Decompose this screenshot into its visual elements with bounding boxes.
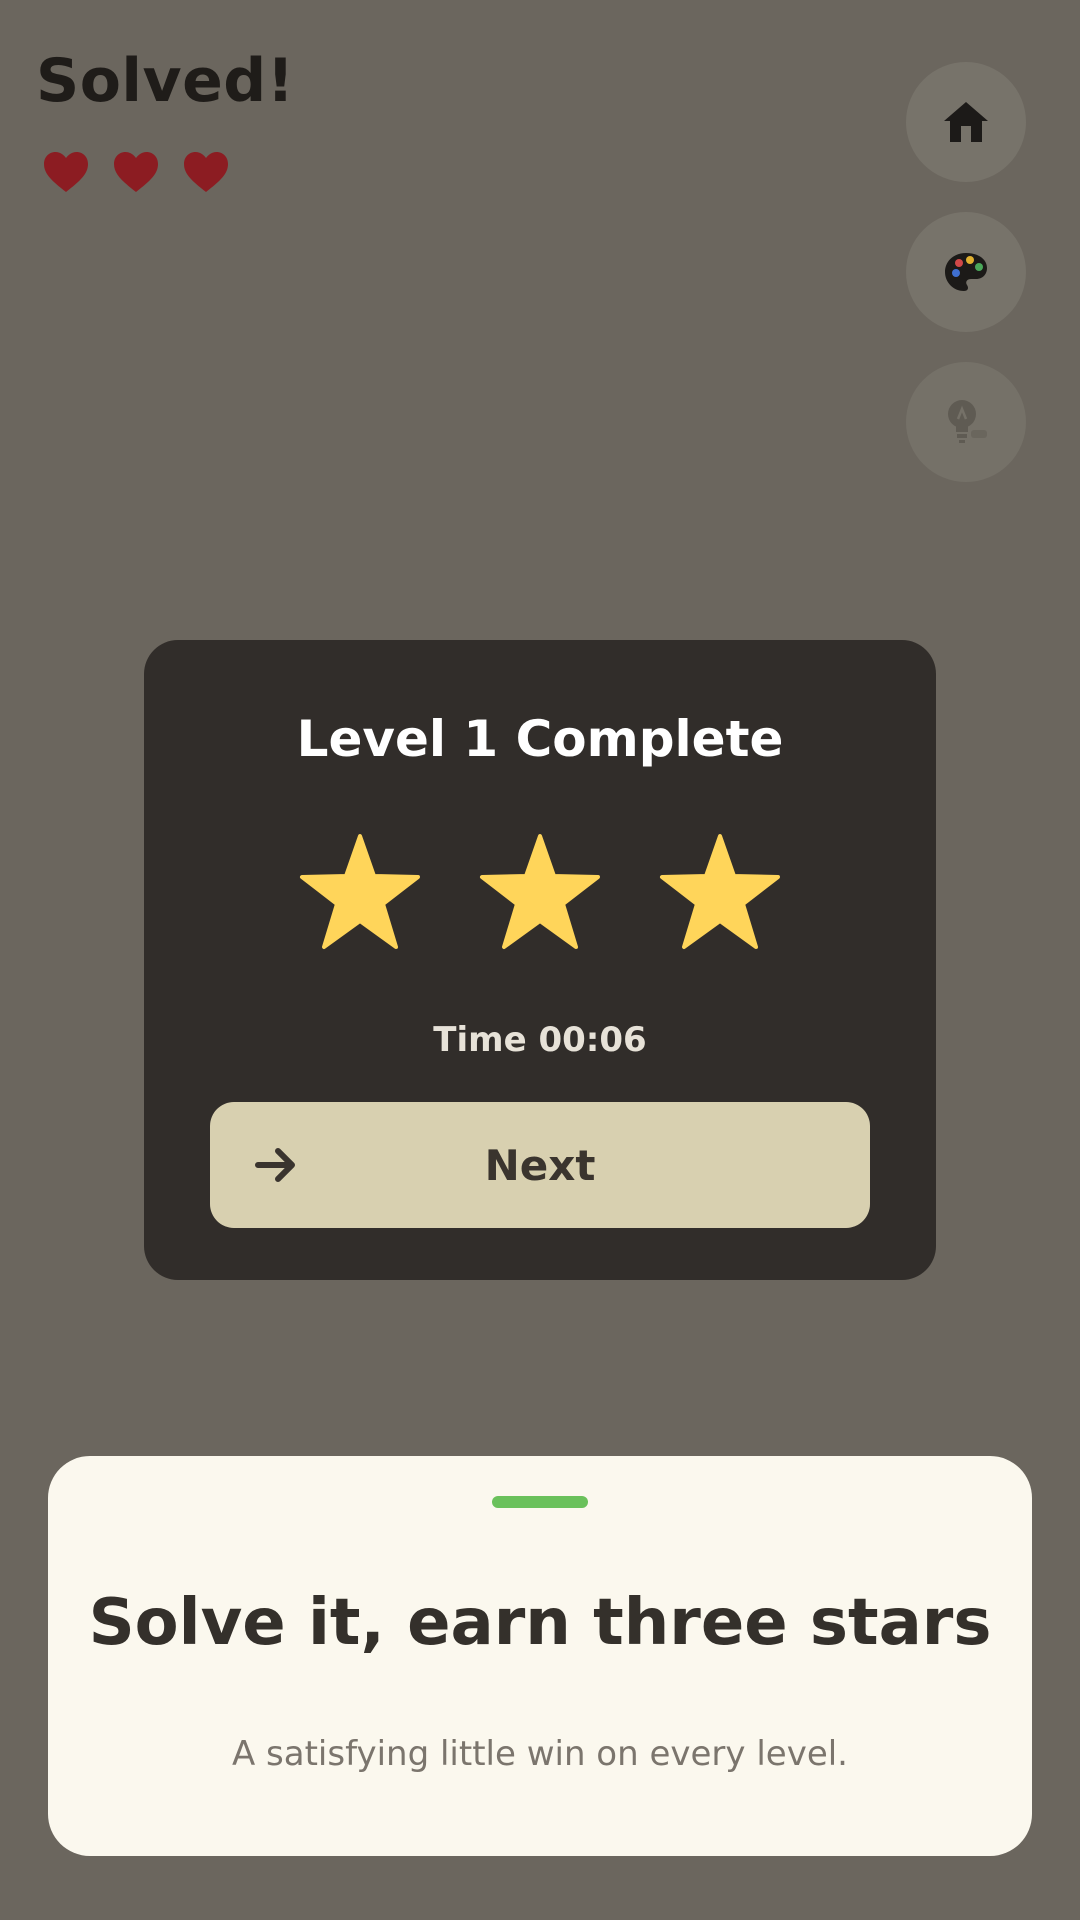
lightbulb-icon bbox=[948, 400, 987, 443]
star-rating bbox=[144, 832, 936, 952]
next-button[interactable]: Next bbox=[210, 1102, 870, 1228]
sheet-title: Solve it, earn three stars bbox=[88, 1586, 992, 1660]
screen: Solved! Level 1 Complete Time 00:06 Next… bbox=[0, 0, 1080, 1920]
onboarding-sheet: Solve it, earn three stars A satisfying … bbox=[48, 1456, 1032, 1856]
next-button-label: Next bbox=[484, 1140, 596, 1190]
level-complete-modal: Level 1 Complete Time 00:06 Next bbox=[144, 640, 936, 1280]
heart-icon bbox=[184, 152, 228, 192]
star-icon bbox=[300, 834, 420, 949]
palette-icon bbox=[945, 253, 987, 291]
palette-button[interactable] bbox=[906, 212, 1026, 332]
lives-hearts bbox=[42, 150, 230, 194]
side-buttons bbox=[906, 62, 1026, 482]
arrow-right-icon bbox=[255, 1148, 295, 1182]
heart-icon bbox=[114, 152, 158, 192]
hint-button[interactable] bbox=[906, 362, 1026, 482]
elapsed-time: Time 00:06 bbox=[433, 1020, 647, 1060]
page-title: Solved! bbox=[36, 46, 295, 116]
sheet-subtitle: A satisfying little win on every level. bbox=[231, 1734, 848, 1774]
modal-title: Level 1 Complete bbox=[296, 710, 784, 768]
sheet-handle[interactable] bbox=[492, 1496, 588, 1508]
star-icon bbox=[660, 834, 780, 949]
home-icon bbox=[944, 102, 988, 142]
home-button[interactable] bbox=[906, 62, 1026, 182]
heart-icon bbox=[44, 152, 88, 192]
star-icon bbox=[480, 834, 600, 949]
